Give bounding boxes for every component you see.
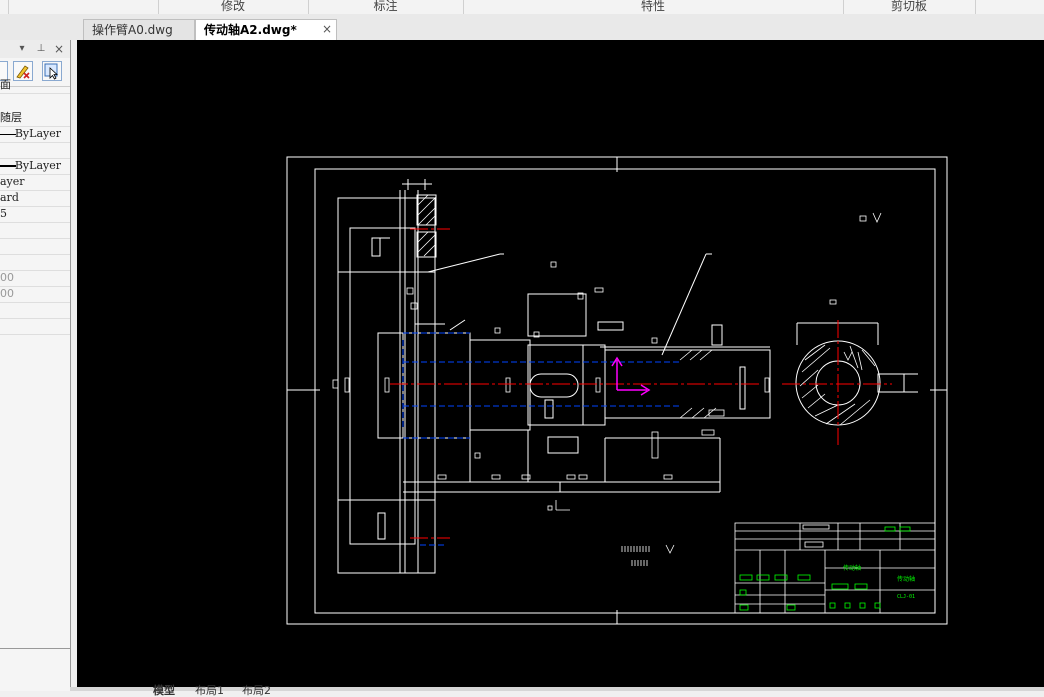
chevron-down-icon[interactable]: ▾ [16,42,28,56]
property-row-linetype[interactable]: ByLayer [0,126,70,143]
flange-view [337,179,437,574]
linetype-sample [0,134,16,135]
tab-layout2[interactable]: 布局2 [242,685,271,696]
close-icon[interactable]: × [53,42,65,56]
ribbon-group-dimension[interactable]: 标注 [308,0,464,14]
title-block-name-2: 传动轴 [897,575,915,583]
property-row[interactable] [0,318,70,335]
property-row-lineweight[interactable]: ByLayer [0,158,70,175]
section-view [795,322,918,426]
hatch-note [621,544,675,566]
drawing-svg: 传动轴 传动轴 CLJ-01 [286,156,948,625]
tab-operating-arm[interactable]: 操作臂A0.dwg [83,19,195,40]
panel-divider [0,648,70,649]
lineweight-sample [0,165,16,167]
property-row-height[interactable]: 5 [0,206,70,223]
property-row-style[interactable]: ard [0,190,70,207]
title-block-name: 传动轴 [843,564,861,572]
shaft-view [377,293,771,493]
property-row[interactable] [0,254,70,271]
tab-layout1[interactable]: 布局1 [195,685,224,696]
property-row[interactable]: 面 [0,77,70,94]
document-tab-bar: 操作臂A0.dwg 传动轴A2.dwg* × [0,14,1044,40]
property-row-coord[interactable]: 00 [0,286,70,303]
panel-header: ▾ ⊥ × [0,40,70,58]
property-row-layer[interactable]: 随层 [0,110,70,127]
property-row[interactable] [0,238,70,255]
property-row-linetype-scale[interactable] [0,142,70,159]
layout-tab-strip: 模型 布局1 布局2 [70,685,1044,696]
ribbon-group-modify[interactable]: 修改 [158,0,309,14]
hidden-lines [402,332,680,546]
ucs-icon [611,356,651,396]
property-row[interactable] [0,222,70,239]
tab-label: 传动轴A2.dwg* [204,23,297,37]
pin-icon[interactable]: ⊥ [35,42,47,56]
property-row[interactable] [0,302,70,319]
title-block-code: CLJ-01 [897,594,915,600]
tab-label: 操作臂A0.dwg [92,23,173,37]
property-row-plotstyle[interactable]: ayer [0,174,70,191]
property-row-blank [0,94,70,110]
ribbon-group-properties[interactable]: 特性 [463,0,844,14]
ribbon-group-blank [8,0,159,14]
tab-drive-shaft[interactable]: 传动轴A2.dwg* × [195,19,337,40]
ribbon-group-strip: 修改 标注 特性 剪切板 [0,0,1044,15]
ribbon-group-clipboard[interactable]: 剪切板 [843,0,976,14]
drawing-canvas[interactable]: 传动轴 传动轴 CLJ-01 [77,40,1044,687]
properties-panel: ▾ ⊥ × 面 随层 ByLayer ByLayer ayer ard 5 00… [0,40,71,691]
property-row-coord[interactable]: 00 [0,270,70,287]
tab-model[interactable]: 模型 [153,685,175,696]
close-icon[interactable]: × [320,22,334,36]
